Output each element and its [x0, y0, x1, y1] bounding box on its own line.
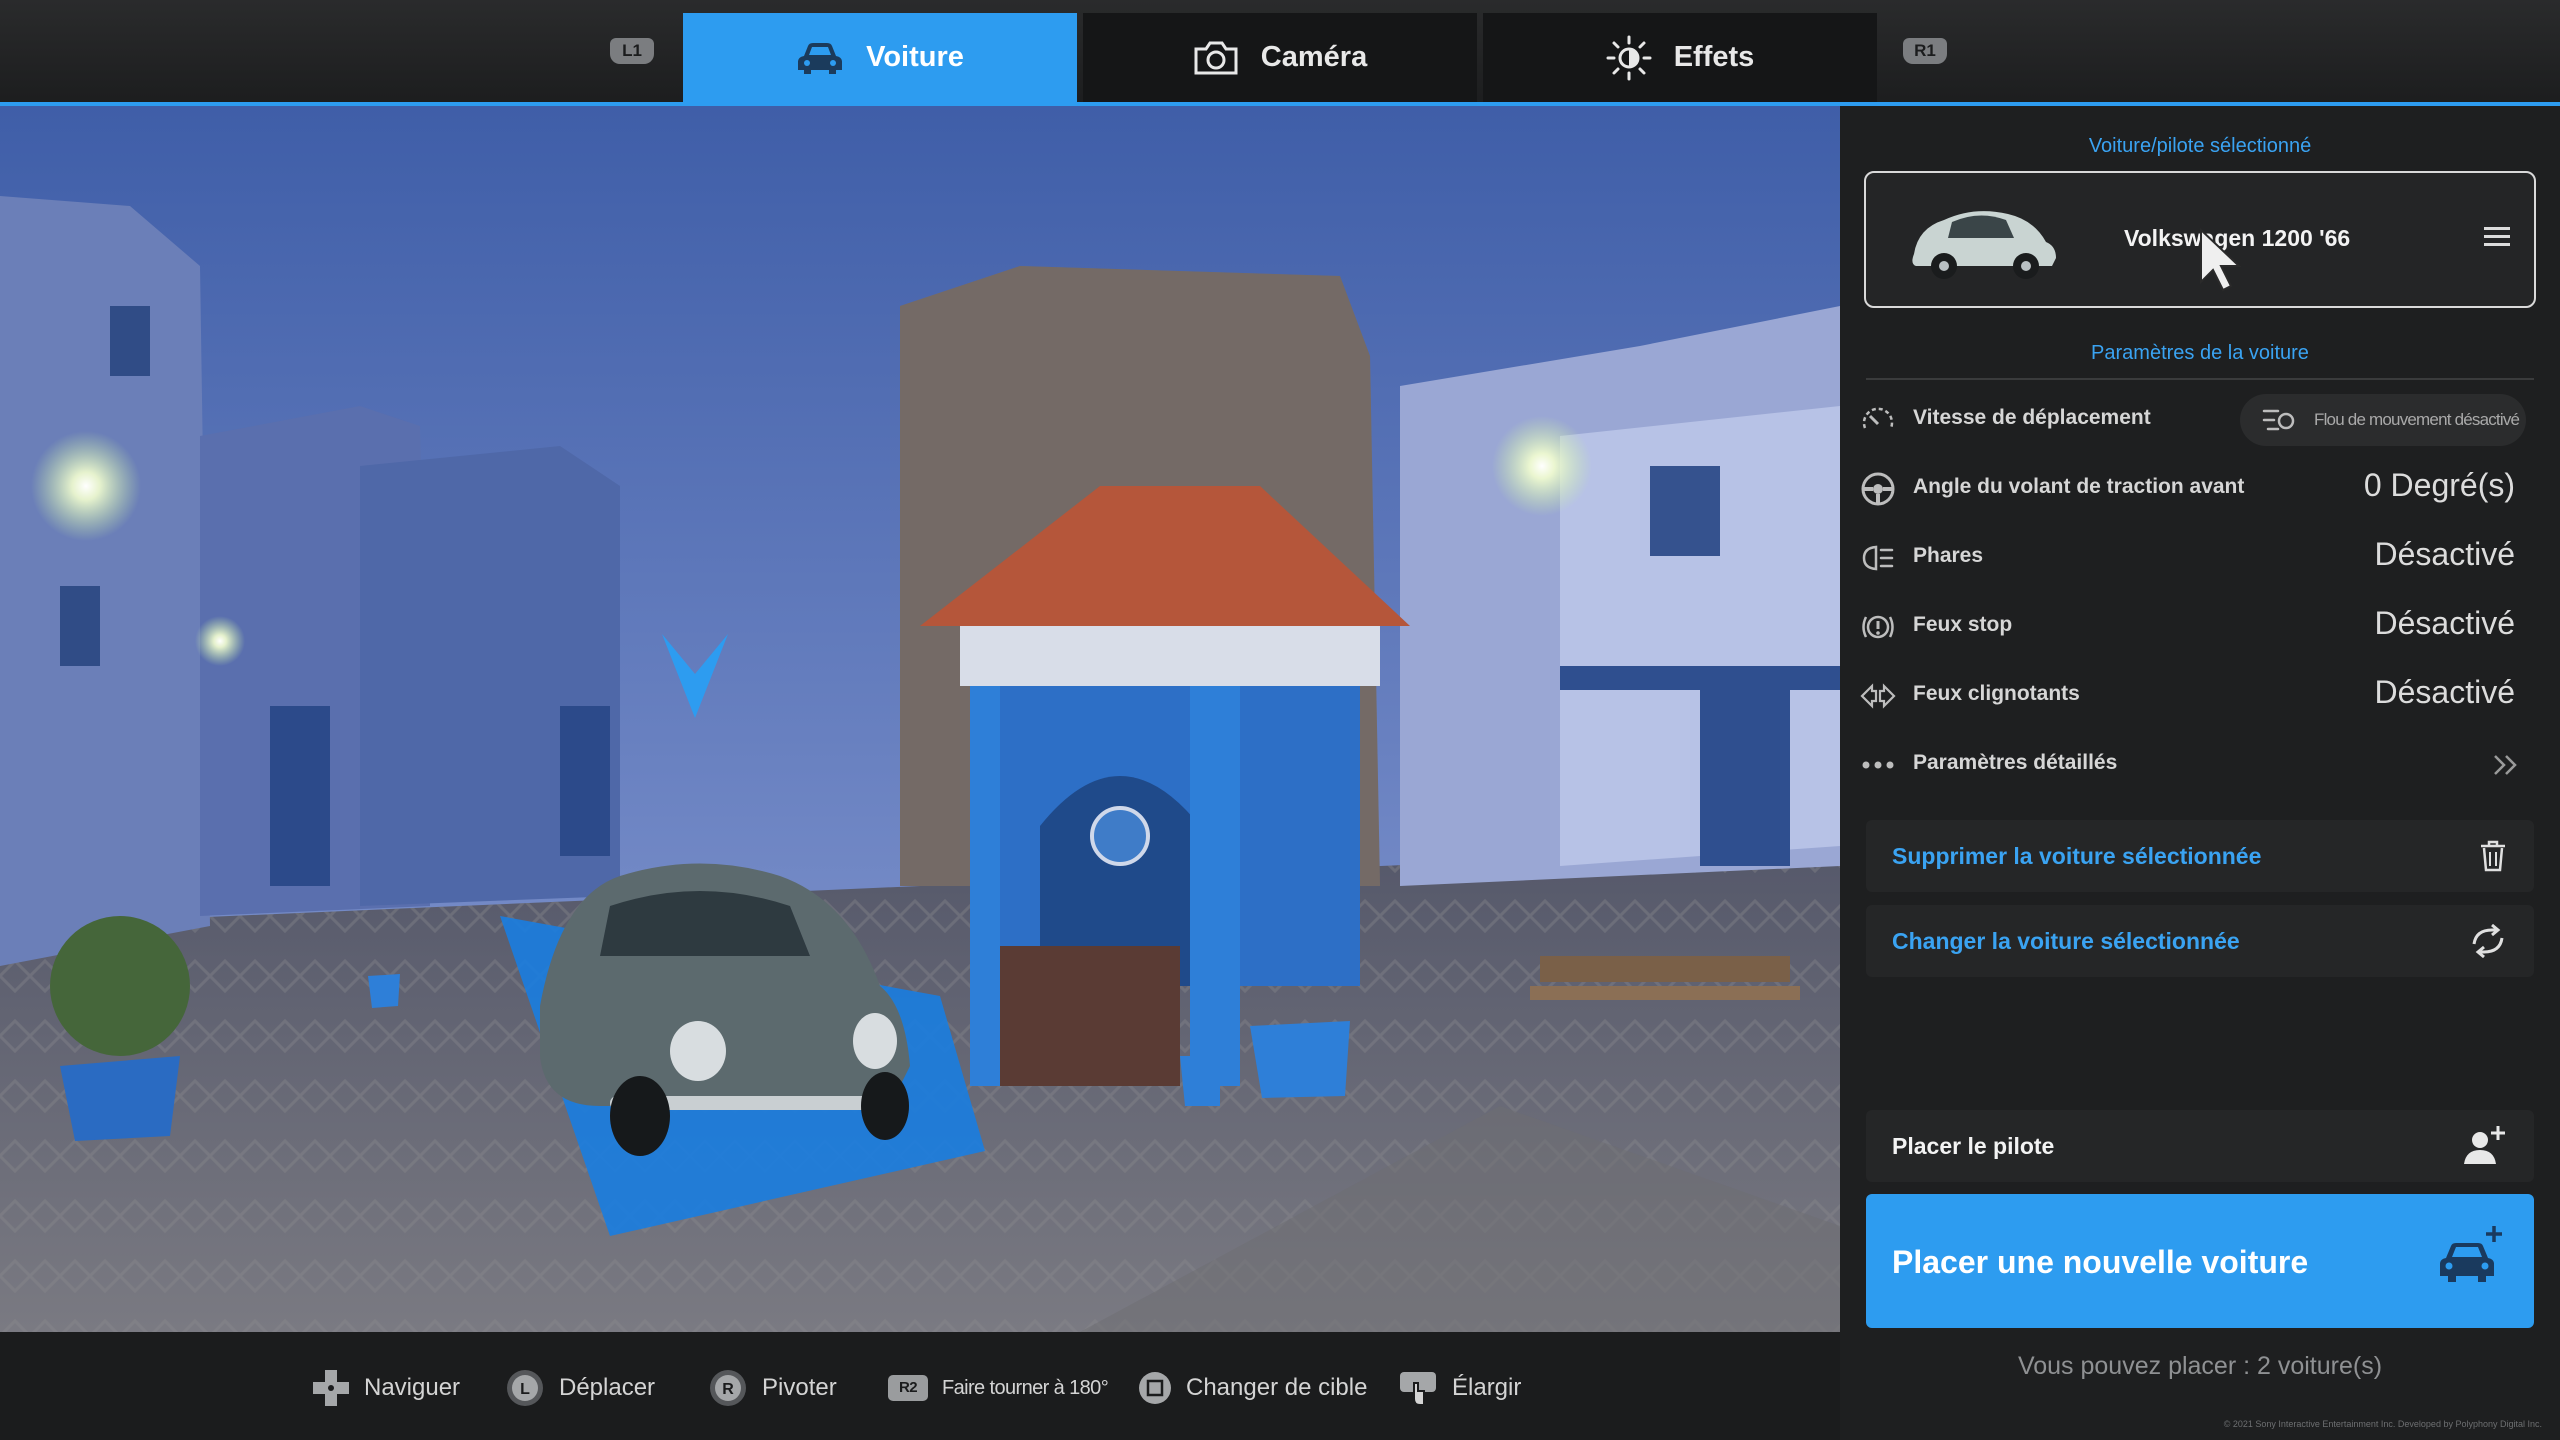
left-stick-icon: L	[507, 1370, 543, 1406]
hint-move-label: Déplacer	[559, 1374, 656, 1401]
more-dots-icon	[1862, 761, 1894, 769]
right-stick-icon: R	[710, 1370, 746, 1406]
hint-move: L Déplacer	[505, 1368, 655, 1408]
setting-steering-angle-label: Angle du volant de traction avant	[1913, 475, 2245, 498]
trash-icon	[2481, 840, 2505, 872]
l1-button-icon[interactable]: L1	[610, 38, 654, 64]
setting-detailed-label: Paramètres détaillés	[1913, 751, 2118, 774]
setting-turn-signals[interactable]: Feux clignotants Désactivé	[1860, 662, 2540, 728]
motion-blur-value: Flou de mouvement désactivé	[2314, 410, 2520, 429]
remaining-cars-text: Vous pouvez placer : 2 voiture(s)	[2017, 1352, 2383, 1380]
setting-brake-lights-label: Feux stop	[1913, 613, 2013, 636]
car-thumbnail	[1912, 211, 2056, 279]
copyright-notice: © 2021 Sony Interactive Entertainment In…	[2223, 1419, 2542, 1429]
delete-selected-car-button[interactable]: Supprimer la voiture sélectionnée	[1866, 820, 2534, 892]
car-settings-heading: Paramètres de la voiture	[2091, 342, 2309, 364]
setting-turn-signals-value: Désactivé	[2374, 674, 2516, 710]
headlight-icon	[1862, 545, 1894, 571]
hint-turn-180-label: Faire tourner à 180°	[942, 1376, 1109, 1399]
camera-icon	[1194, 41, 1238, 74]
setting-turn-signals-label: Feux clignotants	[1913, 682, 2080, 705]
delete-selected-car-label: Supprimer la voiture sélectionnée	[1892, 843, 2262, 869]
add-car-icon	[2440, 1226, 2502, 1282]
setting-brake-lights-value: Désactivé	[2374, 605, 2516, 641]
hint-navigate-label: Naviguer	[364, 1374, 461, 1401]
tab-camera[interactable]: Caméra	[1083, 13, 1477, 102]
hint-turn-180: R2 Faire tourner à 180°	[888, 1368, 1109, 1408]
touchpad-icon	[1400, 1372, 1436, 1406]
tab-effets[interactable]: Effets	[1483, 13, 1877, 102]
motion-blur-icon	[2262, 409, 2295, 431]
r2-button-icon: R2	[888, 1375, 928, 1401]
dpad-icon	[313, 1370, 349, 1406]
add-driver-icon	[2464, 1126, 2505, 1164]
setting-steering-angle[interactable]: Angle du volant de traction avant 0 Degr…	[1860, 455, 2540, 521]
setting-headlights-label: Phares	[1913, 544, 1984, 567]
setting-speed-label: Vitesse de déplacement	[1913, 406, 2151, 429]
svg-text:L: L	[520, 1381, 530, 1398]
hint-navigate: Naviguer	[312, 1368, 460, 1408]
hint-change-target: Changer de cible	[1138, 1368, 1367, 1408]
hint-expand: Élargir	[1398, 1368, 1521, 1408]
place-new-car-button[interactable]: Placer une nouvelle voiture	[1866, 1194, 2534, 1328]
steering-wheel-icon	[1861, 472, 1895, 506]
setting-speed[interactable]: Vitesse de déplacement Flou de mouvement…	[1860, 386, 2540, 452]
swap-icon	[2472, 924, 2504, 958]
setting-headlights[interactable]: Phares Désactivé	[1860, 524, 2540, 590]
hint-rotate-label: Pivoter	[762, 1374, 837, 1401]
place-driver-label: Placer le pilote	[1892, 1133, 2055, 1159]
motion-blur-toggle[interactable]: Flou de mouvement désactivé	[2240, 394, 2526, 446]
change-selected-car-button[interactable]: Changer la voiture sélectionnée	[1866, 905, 2534, 977]
top-bar: L1 Voiture Caméra Effets R1	[0, 0, 2560, 106]
car-icon	[798, 42, 843, 74]
setting-detailed[interactable]: Paramètres détaillés	[1860, 731, 2540, 797]
svg-text:R: R	[722, 1381, 734, 1398]
setting-steering-angle-value: 0 Degré(s)	[2363, 467, 2515, 503]
tab-camera-label: Caméra	[1260, 41, 1368, 73]
car-settings-panel: Voiture/pilote sélectionné Volkswagen 12…	[1840, 106, 2560, 1440]
hint-expand-label: Élargir	[1452, 1374, 1522, 1401]
square-button-icon	[1139, 1372, 1171, 1404]
change-selected-car-label: Changer la voiture sélectionnée	[1892, 928, 2240, 954]
hamburger-menu-icon[interactable]	[2484, 227, 2510, 251]
pointer-cursor-icon	[2200, 228, 2242, 292]
hint-rotate: R Pivoter	[708, 1368, 837, 1408]
tab-effets-label: Effets	[1673, 41, 1755, 73]
scapes-viewport[interactable]	[0, 106, 1840, 1332]
brake-light-icon	[1862, 615, 1894, 639]
tab-voiture-label: Voiture	[866, 41, 964, 73]
r1-button-icon[interactable]: R1	[1903, 38, 1947, 64]
double-chevron-right-icon	[2494, 755, 2517, 775]
settings-divider	[1866, 378, 2534, 380]
turn-signal-icon	[1860, 683, 1896, 709]
setting-brake-lights[interactable]: Feux stop Désactivé	[1860, 593, 2540, 659]
place-driver-button[interactable]: Placer le pilote	[1866, 1110, 2534, 1182]
speedometer-icon	[1862, 407, 1894, 429]
scene-photo	[0, 106, 1840, 1332]
selected-car-heading: Voiture/pilote sélectionné	[2088, 135, 2312, 157]
controls-hint-bar: Naviguer L Déplacer R Pivoter R2 Faire t…	[0, 1332, 1840, 1440]
tab-voiture[interactable]: Voiture	[683, 13, 1077, 102]
place-new-car-label: Placer une nouvelle voiture	[1892, 1244, 2309, 1280]
hint-change-target-label: Changer de cible	[1186, 1374, 1368, 1401]
setting-headlights-value: Désactivé	[2374, 536, 2516, 572]
brightness-icon	[1606, 35, 1652, 80]
